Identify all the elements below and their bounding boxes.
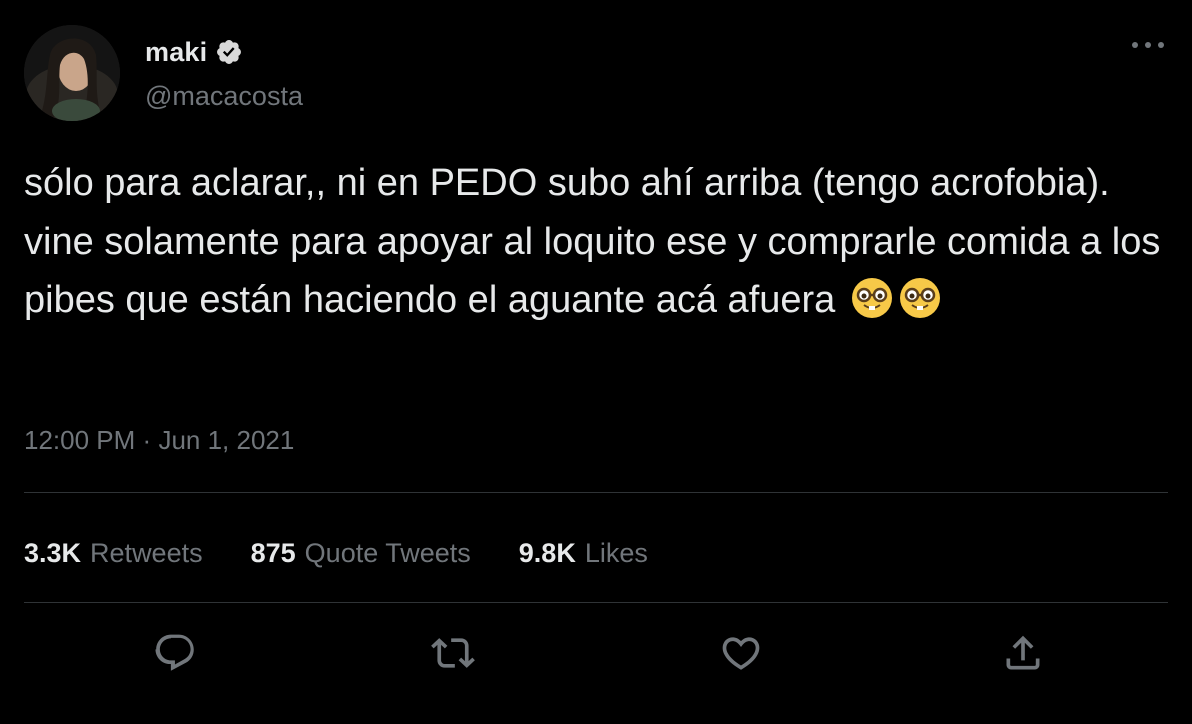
- tweet-stats: 3.3K Retweets 875 Quote Tweets 9.8K Like…: [24, 533, 696, 573]
- share-icon[interactable]: [998, 628, 1048, 678]
- tweet: maki @macacosta sólo para aclarar,, ni e…: [0, 0, 1192, 724]
- tweet-date[interactable]: Jun 1, 2021: [158, 425, 294, 455]
- tweet-body: sólo para aclarar,, ni en PEDO subo ahí …: [24, 162, 1171, 321]
- like-icon[interactable]: [716, 628, 766, 678]
- tweet-time[interactable]: 12:00 PM: [24, 425, 135, 455]
- retweets-label[interactable]: Retweets: [90, 538, 203, 569]
- avatar[interactable]: [24, 25, 120, 121]
- tweet-text: sólo para aclarar,, ni en PEDO subo ahí …: [24, 154, 1164, 330]
- retweets-count[interactable]: 3.3K: [24, 538, 81, 569]
- nerd-face-emoji-icon: [850, 276, 894, 320]
- likes-label[interactable]: Likes: [585, 538, 648, 569]
- timestamp-separator: ·: [142, 425, 152, 455]
- quote-tweets-count[interactable]: 875: [251, 538, 296, 569]
- quote-tweets-stat[interactable]: 875 Quote Tweets: [251, 538, 471, 569]
- reply-icon[interactable]: [150, 628, 200, 678]
- verified-badge-icon: [215, 38, 243, 66]
- divider-top: [24, 492, 1168, 493]
- author-display-name[interactable]: maki: [145, 37, 207, 68]
- author-handle[interactable]: @macacosta: [145, 81, 303, 112]
- tweet-actions: [0, 628, 1192, 678]
- quote-tweets-label[interactable]: Quote Tweets: [305, 538, 471, 569]
- tweet-timestamp[interactable]: 12:00 PM · Jun 1, 2021: [24, 425, 294, 456]
- divider-bottom: [24, 602, 1168, 603]
- likes-stat[interactable]: 9.8K Likes: [519, 538, 648, 569]
- nerd-face-emoji-icon: [898, 276, 942, 320]
- likes-count[interactable]: 9.8K: [519, 538, 576, 569]
- retweets-stat[interactable]: 3.3K Retweets: [24, 538, 203, 569]
- retweet-icon[interactable]: [428, 628, 478, 678]
- more-options-icon[interactable]: [1130, 30, 1166, 60]
- author-name-row[interactable]: maki: [145, 36, 243, 68]
